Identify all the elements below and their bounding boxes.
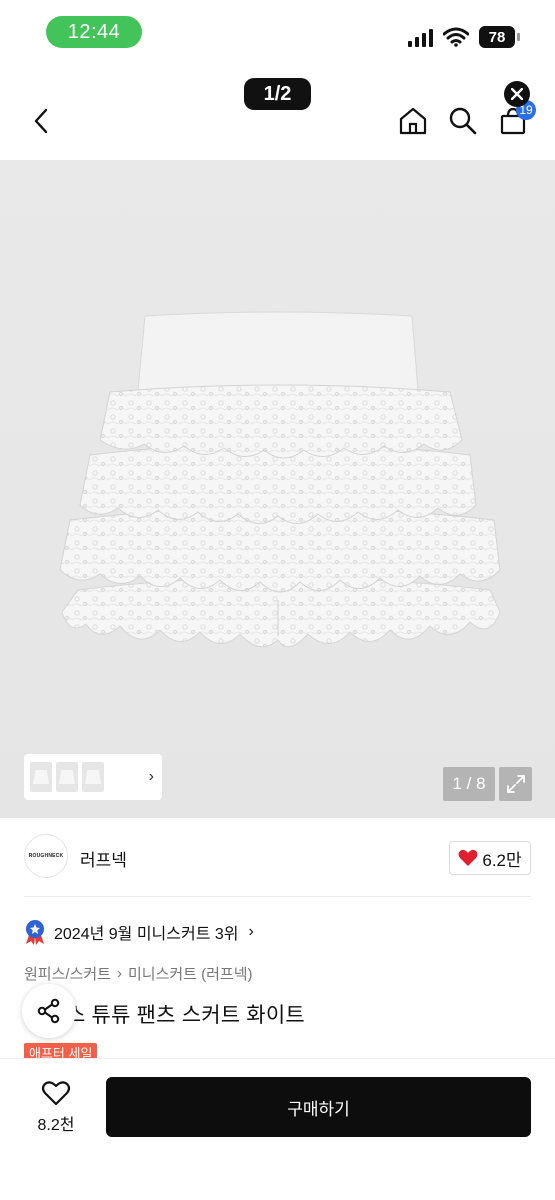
breadcrumb-subcategory[interactable]: 미니스커트 (러프넥)	[128, 963, 253, 984]
share-icon	[37, 998, 60, 1024]
buy-button[interactable]: 구매하기	[106, 1077, 531, 1137]
thumbnail-strip[interactable]: ›	[24, 754, 162, 800]
chevron-left-icon	[34, 108, 48, 134]
brand-like-count: 6.2만	[482, 850, 522, 870]
search-button[interactable]	[446, 104, 480, 138]
wishlist-count: 8.2천	[37, 1117, 75, 1134]
brand-row[interactable]: ROUGHNECK 러프넥 6.2만	[0, 830, 555, 886]
ranking-badge-icon	[26, 920, 44, 945]
status-icons: 78	[408, 26, 520, 48]
gallery-counter: 1 / 8	[443, 767, 495, 801]
share-button[interactable]	[22, 984, 76, 1038]
thumbnail[interactable]	[56, 762, 78, 792]
breadcrumb: 원피스/스커트 › 미니스커트 (러프넥)	[24, 963, 253, 984]
battery-icon: 78	[479, 26, 520, 48]
cart-button[interactable]: 19	[496, 100, 536, 138]
wishlist-button[interactable]: 8.2천	[26, 1079, 86, 1139]
top-nav: 19	[0, 92, 555, 152]
status-bar: 12:44 78	[0, 0, 555, 62]
product-image-gallery[interactable]: › 1 / 8	[0, 160, 555, 818]
chevron-right-icon[interactable]: ›	[149, 768, 154, 786]
breadcrumb-category[interactable]: 원피스/스커트	[24, 963, 111, 984]
thumbnail[interactable]	[82, 762, 104, 792]
search-icon	[449, 107, 477, 135]
home-button[interactable]	[396, 104, 430, 138]
signal-icon	[408, 27, 433, 47]
close-icon	[511, 88, 523, 100]
product-photo	[59, 311, 501, 648]
chevron-right-icon: ›	[248, 923, 254, 940]
brand-like-button[interactable]: 6.2만	[449, 841, 531, 875]
brand-name[interactable]: 러프넥	[80, 846, 127, 871]
thumbnail[interactable]	[30, 762, 52, 792]
wifi-icon	[443, 27, 469, 47]
divider	[24, 896, 531, 897]
expand-icon	[506, 775, 525, 793]
ranking-link[interactable]: 2024년 9월 미니스커트 3위 ›	[24, 918, 254, 946]
breadcrumb-separator: ›	[116, 965, 122, 982]
product-title: 스 튜튜 팬츠 스커트 화이트	[66, 1004, 305, 1027]
status-time: 12:44	[46, 16, 142, 48]
close-button[interactable]	[504, 81, 530, 107]
brand-logo[interactable]: ROUGHNECK	[24, 834, 68, 878]
bottom-action-bar: 8.2천 구매하기	[0, 1058, 555, 1200]
heart-outline-icon	[41, 1081, 71, 1106]
expand-button[interactable]	[499, 767, 532, 801]
heart-icon	[458, 849, 478, 866]
back-button[interactable]	[26, 106, 56, 136]
home-icon	[399, 107, 427, 135]
ranking-text: 2024년 9월 미니스커트 3위	[54, 926, 239, 943]
